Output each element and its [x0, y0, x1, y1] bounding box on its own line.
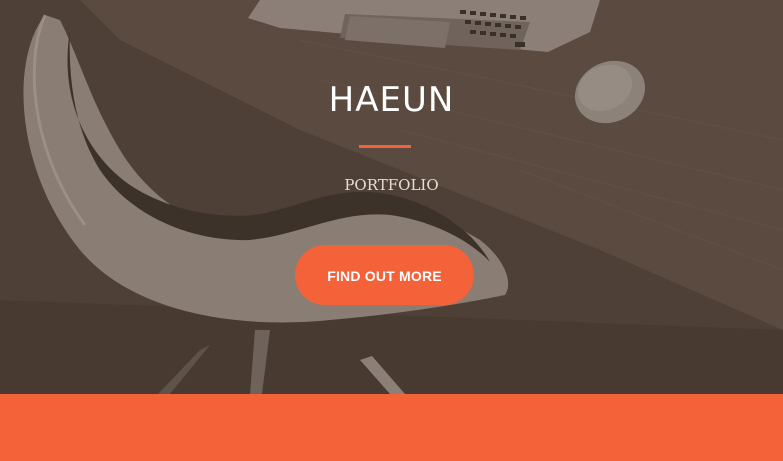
- hero-subtitle: PORTFOLIO: [344, 176, 439, 194]
- hero-title: HAEUN: [328, 80, 455, 120]
- title-divider: [359, 145, 411, 148]
- find-out-more-button[interactable]: FIND OUT MORE: [295, 245, 474, 305]
- orange-section-band: [0, 394, 783, 461]
- page: HAEUN PORTFOLIO FIND OUT MORE: [0, 0, 783, 461]
- hero-section: HAEUN PORTFOLIO FIND OUT MORE: [0, 0, 783, 394]
- hero-content: HAEUN PORTFOLIO FIND OUT MORE: [0, 0, 783, 394]
